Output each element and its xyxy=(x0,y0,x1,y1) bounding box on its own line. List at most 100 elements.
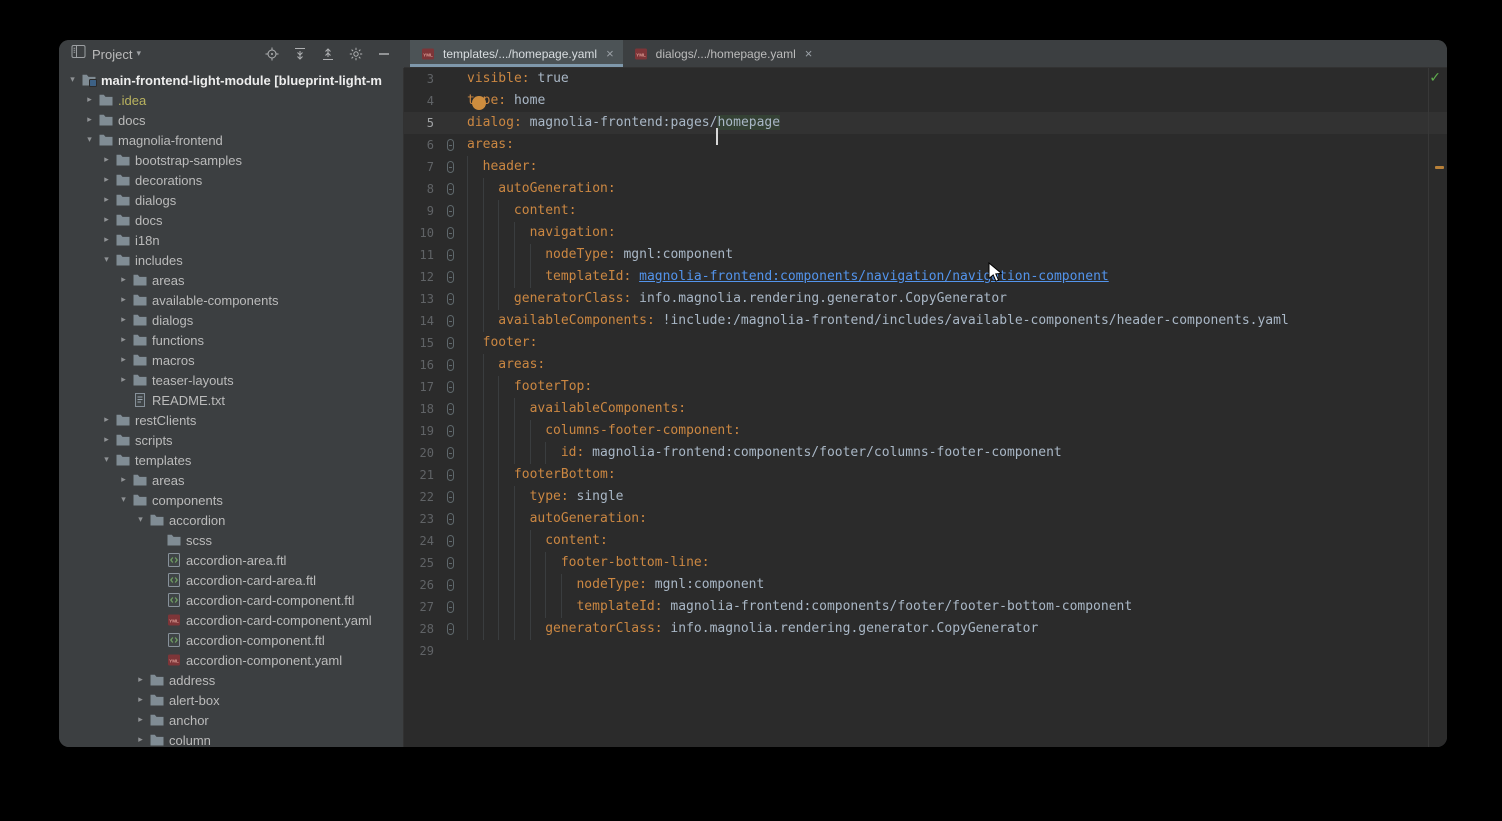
tree-item-docs[interactable]: ▸docs xyxy=(59,110,403,130)
code-line[interactable]: 20 id: magnolia-frontend:components/foote… xyxy=(404,442,1447,464)
code-line[interactable]: 18availableComponents: xyxy=(404,398,1447,420)
line-number[interactable]: 29 xyxy=(404,640,434,662)
code-text[interactable]: nodeType: mgnl:component xyxy=(467,574,1447,596)
editor[interactable]: 3 visible: true4type: home5 dialog: magnol… xyxy=(404,68,1447,747)
tree-item-accordion-card-component-yaml[interactable]: YMLaccordion-card-component.yaml xyxy=(59,610,403,630)
code-text[interactable]: content: xyxy=(467,200,1447,222)
chevron-open-icon[interactable]: ▾ xyxy=(133,515,148,525)
line-number[interactable]: 6 xyxy=(404,134,434,156)
code-text[interactable] xyxy=(467,640,1447,662)
tree-item-anchor[interactable]: ▸anchor xyxy=(59,710,403,730)
tree-item-available-components[interactable]: ▸available-components xyxy=(59,290,403,310)
line-number[interactable]: 7 xyxy=(404,156,434,178)
chevron-closed-icon[interactable]: ▸ xyxy=(82,115,97,125)
tree-item-magnolia-frontend[interactable]: ▾magnolia-frontend xyxy=(59,130,403,150)
tree-item-readme-txt[interactable]: README.txt xyxy=(59,390,403,410)
chevron-closed-icon[interactable]: ▸ xyxy=(133,735,148,745)
code-text[interactable]: footer: xyxy=(467,332,1447,354)
tree-item-accordion-card-area-ftl[interactable]: accordion-card-area.ftl xyxy=(59,570,403,590)
code-line[interactable]: 25footer-bottom-line: xyxy=(404,552,1447,574)
line-number[interactable]: 15 xyxy=(404,332,434,354)
line-number[interactable]: 26 xyxy=(404,574,434,596)
line-number[interactable]: 16 xyxy=(404,354,434,376)
line-number[interactable]: 3 xyxy=(404,68,434,90)
code-text[interactable]: type: single xyxy=(467,486,1447,508)
code-text[interactable]: id: magnolia-frontend:components/footer/… xyxy=(467,442,1447,464)
code-text[interactable]: generatorClass: info.magnolia.rendering.… xyxy=(467,618,1447,640)
line-number[interactable]: 5 xyxy=(404,112,434,134)
chevron-closed-icon[interactable]: ▸ xyxy=(116,475,131,485)
code-text[interactable]: availableComponents: xyxy=(467,398,1447,420)
code-text[interactable]: areas: xyxy=(467,354,1447,376)
tree-item-alert-box[interactable]: ▸alert-box xyxy=(59,690,403,710)
code-text[interactable]: footer-bottom-line: xyxy=(467,552,1447,574)
chevron-open-icon[interactable]: ▾ xyxy=(99,255,114,265)
line-number[interactable]: 9 xyxy=(404,200,434,222)
code-text[interactable]: nodeType: mgnl:component xyxy=(467,244,1447,266)
line-number[interactable]: 24 xyxy=(404,530,434,552)
chevron-closed-icon[interactable]: ▸ xyxy=(99,415,114,425)
code-line[interactable]: 14availableComponents: !include:/magnoli… xyxy=(404,310,1447,332)
chevron-open-icon[interactable]: ▾ xyxy=(116,495,131,505)
tree-item-accordion-area-ftl[interactable]: accordion-area.ftl xyxy=(59,550,403,570)
code-line[interactable]: 26 nodeType: mgnl:component xyxy=(404,574,1447,596)
line-number[interactable]: 19 xyxy=(404,420,434,442)
tree-item-idea[interactable]: ▸.idea xyxy=(59,90,403,110)
code-text[interactable]: footerTop: xyxy=(467,376,1447,398)
chevron-closed-icon[interactable]: ▸ xyxy=(116,335,131,345)
code-line[interactable]: 11 nodeType: mgnl:component xyxy=(404,244,1447,266)
chevron-closed-icon[interactable]: ▸ xyxy=(99,235,114,245)
tree-item-dialogs[interactable]: ▸dialogs xyxy=(59,190,403,210)
line-number[interactable]: 20 xyxy=(404,442,434,464)
tree-item-accordion-card-component-ftl[interactable]: accordion-card-component.ftl xyxy=(59,590,403,610)
code-line[interactable]: 8 autoGeneration: xyxy=(404,178,1447,200)
tree-item-components[interactable]: ▾components xyxy=(59,490,403,510)
code-line[interactable]: 10navigation: xyxy=(404,222,1447,244)
collapse-all-icon[interactable] xyxy=(316,42,340,66)
code-line[interactable]: 3 visible: true xyxy=(404,68,1447,90)
tree-item-accordion-component-yaml[interactable]: YMLaccordion-component.yaml xyxy=(59,650,403,670)
code-line[interactable]: 19 columns-footer-component: xyxy=(404,420,1447,442)
tree-item-decorations[interactable]: ▸decorations xyxy=(59,170,403,190)
chevron-open-icon[interactable]: ▾ xyxy=(65,75,80,85)
locate-icon[interactable] xyxy=(260,42,284,66)
code-text[interactable]: content: xyxy=(467,530,1447,552)
code-line[interactable]: 17footerTop: xyxy=(404,376,1447,398)
tree-item-address[interactable]: ▸address xyxy=(59,670,403,690)
tree-item-scripts[interactable]: ▸scripts xyxy=(59,430,403,450)
code-text[interactable]: autoGeneration: xyxy=(467,178,1447,200)
code-line[interactable]: 7 header: xyxy=(404,156,1447,178)
chevron-closed-icon[interactable]: ▸ xyxy=(82,95,97,105)
hide-icon[interactable] xyxy=(372,42,396,66)
code-text[interactable]: header: xyxy=(467,156,1447,178)
tree-item-teaser-layouts[interactable]: ▸teaser-layouts xyxy=(59,370,403,390)
chevron-closed-icon[interactable]: ▸ xyxy=(133,695,148,705)
chevron-closed-icon[interactable]: ▸ xyxy=(116,295,131,305)
code-line[interactable]: 9 content: xyxy=(404,200,1447,222)
tree-item-accordion[interactable]: ▾accordion xyxy=(59,510,403,530)
line-number[interactable]: 27 xyxy=(404,596,434,618)
code-line[interactable]: 29 xyxy=(404,640,1447,662)
code-line[interactable]: 13generatorClass: info.magnolia.renderin… xyxy=(404,288,1447,310)
tree-item-bootstrap-samples[interactable]: ▸bootstrap-samples xyxy=(59,150,403,170)
line-number[interactable]: 28 xyxy=(404,618,434,640)
inspection-ok-icon[interactable]: ✓ xyxy=(1429,70,1441,86)
code-text[interactable]: visible: true xyxy=(467,68,1447,90)
code-text[interactable]: dialog: magnolia-frontend:pages/homepage xyxy=(467,112,1447,134)
line-number[interactable]: 14 xyxy=(404,310,434,332)
tree-item-scss[interactable]: scss xyxy=(59,530,403,550)
chevron-closed-icon[interactable]: ▸ xyxy=(116,375,131,385)
line-number[interactable]: 12 xyxy=(404,266,434,288)
code-line[interactable]: 21footerBottom: xyxy=(404,464,1447,486)
error-stripe-mark[interactable] xyxy=(1435,166,1444,169)
code-text[interactable]: areas: xyxy=(467,134,1447,156)
tree-item-main-frontend-light-module-blueprint-light-m[interactable]: ▾main-frontend-light-module [blueprint-l… xyxy=(59,70,403,90)
line-number[interactable]: 11 xyxy=(404,244,434,266)
chevron-closed-icon[interactable]: ▸ xyxy=(116,315,131,325)
tree-item-areas[interactable]: ▸areas xyxy=(59,470,403,490)
code-line[interactable]: 4type: home xyxy=(404,90,1447,112)
line-number[interactable]: 21 xyxy=(404,464,434,486)
line-number[interactable]: 10 xyxy=(404,222,434,244)
line-number[interactable]: 8 xyxy=(404,178,434,200)
code-text[interactable]: columns-footer-component: xyxy=(467,420,1447,442)
